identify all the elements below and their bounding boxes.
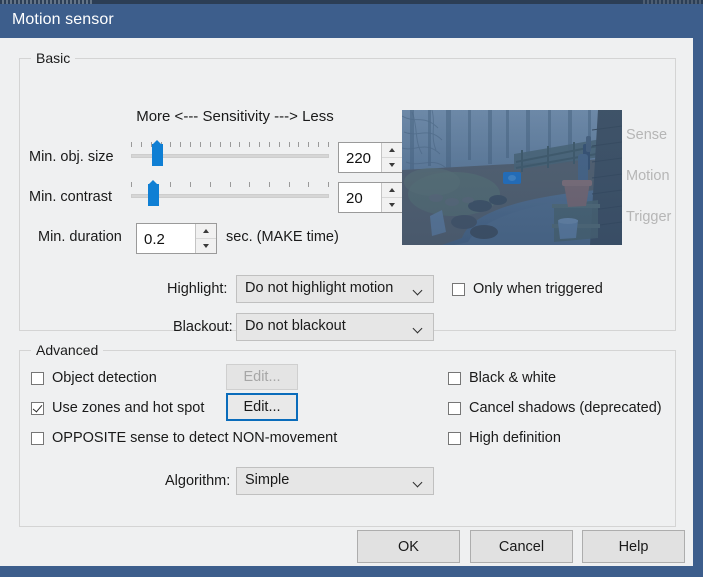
only-when-triggered-checkbox[interactable]: Only when triggered bbox=[452, 281, 603, 297]
black-and-white-label: Black & white bbox=[469, 370, 557, 386]
object-detection-label: Object detection bbox=[52, 370, 157, 386]
cancel-shadows-checkbox[interactable]: Cancel shadows (deprecated) bbox=[448, 400, 662, 416]
dialog-window: Motion sensor Basic More <--- Sensitivit… bbox=[0, 4, 703, 577]
min-contrast-label: Min. contrast bbox=[29, 189, 112, 205]
min-obj-size-spin-up[interactable] bbox=[382, 143, 402, 157]
min-contrast-spinbox[interactable]: 20 bbox=[338, 182, 403, 213]
algorithm-combobox-value: Simple bbox=[245, 472, 290, 488]
checkbox-box bbox=[31, 431, 44, 445]
high-definition-label: High definition bbox=[469, 430, 561, 446]
min-duration-value[interactable]: 0.2 bbox=[137, 224, 195, 253]
checkbox-box bbox=[31, 371, 44, 385]
dialog-client-area: Basic More <--- Sensitivity ---> Less Mi… bbox=[0, 38, 693, 577]
min-obj-size-value[interactable]: 220 bbox=[339, 143, 381, 172]
opposite-sense-checkbox[interactable]: OPPOSITE sense to detect NON-movement bbox=[31, 430, 337, 446]
algorithm-combobox[interactable]: Simple bbox=[236, 467, 434, 495]
opposite-sense-label: OPPOSITE sense to detect NON-movement bbox=[52, 430, 338, 446]
basic-group-legend: Basic bbox=[31, 50, 76, 66]
min-obj-size-slider[interactable] bbox=[131, 140, 329, 171]
ok-button[interactable]: OK bbox=[357, 530, 460, 563]
min-obj-size-spinbox[interactable]: 220 bbox=[338, 142, 403, 173]
blackout-combobox-value: Do not blackout bbox=[245, 318, 346, 334]
checkbox-box bbox=[448, 401, 461, 415]
chevron-down-icon bbox=[414, 325, 423, 330]
blackout-combobox[interactable]: Do not blackout bbox=[236, 313, 434, 341]
min-duration-spin-down[interactable] bbox=[196, 238, 216, 253]
motion-sensor-dialog: Motion sensor Basic More <--- Sensitivit… bbox=[0, 0, 703, 577]
checkbox-box bbox=[448, 371, 461, 385]
cancel-shadows-label: Cancel shadows (deprecated) bbox=[469, 400, 662, 416]
use-zones-edit-button[interactable]: Edit... bbox=[226, 393, 298, 421]
highlight-label: Highlight: bbox=[167, 281, 228, 297]
ok-button-label: OK bbox=[398, 538, 419, 555]
help-button[interactable]: Help bbox=[582, 530, 685, 563]
min-duration-spin-up[interactable] bbox=[196, 224, 216, 238]
min-obj-size-label: Min. obj. size bbox=[29, 149, 114, 165]
min-obj-size-slider-thumb[interactable] bbox=[152, 140, 163, 166]
min-duration-spin-buttons bbox=[195, 224, 216, 253]
min-contrast-spin-buttons bbox=[381, 183, 402, 212]
min-duration-spinbox[interactable]: 0.2 bbox=[136, 223, 217, 254]
preview-status-trigger: Trigger bbox=[626, 209, 672, 225]
highlight-combobox[interactable]: Do not highlight motion bbox=[236, 275, 434, 303]
highlight-combobox-value: Do not highlight motion bbox=[245, 280, 394, 296]
use-zones-checkbox[interactable]: Use zones and hot spot bbox=[31, 400, 204, 416]
cancel-button-label: Cancel bbox=[498, 538, 545, 555]
use-zones-label: Use zones and hot spot bbox=[52, 400, 205, 416]
min-duration-unit-label: sec. (MAKE time) bbox=[226, 229, 339, 245]
use-zones-edit-label: Edit... bbox=[243, 399, 281, 415]
preview-status-sense: Sense bbox=[626, 127, 668, 143]
help-button-label: Help bbox=[618, 538, 649, 555]
algorithm-label: Algorithm: bbox=[165, 473, 231, 489]
cancel-button[interactable]: Cancel bbox=[470, 530, 573, 563]
checkbox-box bbox=[452, 282, 465, 296]
sensitivity-caption: More <--- Sensitivity ---> Less bbox=[136, 108, 334, 125]
dialog-titlebar[interactable]: Motion sensor bbox=[0, 4, 703, 38]
min-obj-size-spin-buttons bbox=[381, 143, 402, 172]
camera-preview-image bbox=[402, 110, 622, 245]
preview-status-motion: Motion bbox=[626, 168, 670, 184]
object-detection-checkbox[interactable]: Object detection bbox=[31, 370, 157, 386]
object-detection-edit-button: Edit... bbox=[226, 364, 298, 390]
chevron-down-icon bbox=[414, 479, 423, 484]
high-definition-checkbox[interactable]: High definition bbox=[448, 430, 561, 446]
advanced-group-legend: Advanced bbox=[31, 342, 104, 358]
min-contrast-slider-ticks bbox=[131, 181, 329, 188]
camera-preview[interactable] bbox=[402, 110, 622, 245]
min-contrast-spin-up[interactable] bbox=[382, 183, 402, 197]
checkbox-box bbox=[448, 431, 461, 445]
chevron-down-icon bbox=[414, 287, 423, 292]
blackout-label: Blackout: bbox=[173, 319, 233, 335]
min-contrast-value[interactable]: 20 bbox=[339, 183, 381, 212]
object-detection-edit-label: Edit... bbox=[243, 369, 281, 385]
window-right-edge bbox=[693, 38, 703, 566]
checkbox-box bbox=[31, 401, 44, 415]
min-contrast-slider-track[interactable] bbox=[131, 194, 329, 198]
min-contrast-slider-thumb[interactable] bbox=[148, 180, 159, 206]
min-contrast-slider[interactable] bbox=[131, 180, 329, 211]
min-duration-label: Min. duration bbox=[38, 229, 122, 245]
window-bottom-edge bbox=[0, 566, 703, 577]
min-obj-size-spin-down[interactable] bbox=[382, 157, 402, 172]
dialog-title: Motion sensor bbox=[12, 11, 114, 28]
min-contrast-spin-down[interactable] bbox=[382, 197, 402, 212]
black-and-white-checkbox[interactable]: Black & white bbox=[448, 370, 556, 386]
only-when-triggered-label: Only when triggered bbox=[473, 281, 603, 297]
